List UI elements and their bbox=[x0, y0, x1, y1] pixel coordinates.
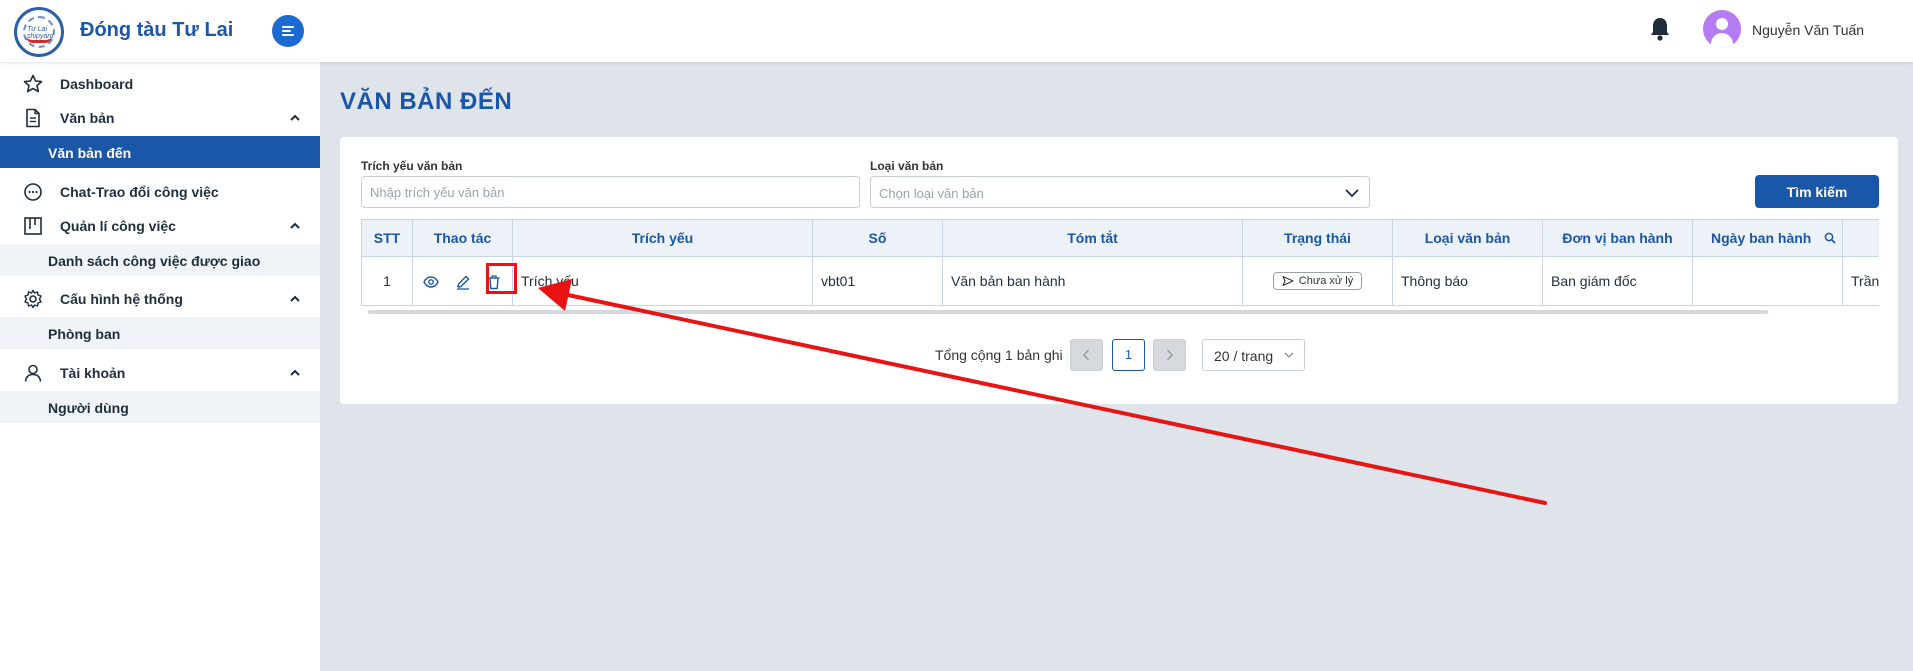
status-label: Chưa xử lý bbox=[1298, 275, 1354, 287]
sidebar-subitem-label: Người dùng bbox=[48, 400, 129, 416]
sidebar-item-cau-hinh[interactable]: Cấu hình hệ thống bbox=[0, 282, 320, 316]
sidebar-subitem-van-ban-den[interactable]: Văn bản đến bbox=[0, 136, 320, 168]
search-button[interactable]: Tìm kiếm bbox=[1755, 175, 1879, 208]
cell-status: Chưa xử lý bbox=[1242, 256, 1393, 306]
col-header-extra bbox=[1842, 219, 1879, 257]
col-header-actions: Thao tác bbox=[412, 219, 513, 257]
cell-stt: 1 bbox=[361, 256, 413, 306]
sidebar-item-chat[interactable]: Chat-Trao đổi công việc bbox=[0, 175, 320, 209]
cell-number: vbt01 bbox=[812, 256, 943, 306]
menu-toggle-button[interactable] bbox=[272, 15, 304, 47]
username[interactable]: Nguyễn Văn Tuấn bbox=[1752, 22, 1864, 38]
table-header-row: STT Thao tác Trích yếu Số Tóm tắt Trạng … bbox=[361, 219, 1879, 257]
cell-issuer: Ban giám đốc bbox=[1542, 256, 1693, 306]
top-bar: Tư Lai shipyard Đóng tàu Tư Lai Nguyễn V… bbox=[0, 0, 1913, 62]
send-icon bbox=[1282, 275, 1294, 287]
chevron-up-icon[interactable] bbox=[290, 221, 300, 231]
sidebar-subitem-danh-sach-cong-viec[interactable]: Danh sách công việc được giao bbox=[0, 244, 320, 276]
sidebar-item-label: Quản lí công việc bbox=[60, 218, 176, 234]
board-icon bbox=[24, 217, 42, 235]
cell-abstract: Văn bản ban hành bbox=[942, 256, 1243, 306]
chevron-up-icon[interactable] bbox=[290, 368, 300, 378]
eye-icon[interactable] bbox=[422, 274, 439, 290]
col-header-summary[interactable]: Trích yếu bbox=[512, 219, 813, 257]
sidebar-item-label: Cấu hình hệ thống bbox=[60, 291, 183, 307]
chevron-up-icon[interactable] bbox=[290, 294, 300, 304]
prev-page-button[interactable] bbox=[1070, 339, 1103, 371]
chat-icon bbox=[24, 183, 42, 201]
sidebar-subitem-label: Phòng ban bbox=[48, 326, 121, 342]
col-header-number[interactable]: Số bbox=[812, 219, 943, 257]
chevron-down-icon bbox=[1345, 189, 1359, 198]
sidebar-subitem-phong-ban[interactable]: Phòng ban bbox=[0, 317, 320, 349]
col-header-issue-date-label: Ngày ban hành bbox=[1711, 230, 1812, 246]
gear-icon bbox=[24, 289, 42, 309]
page-title: VĂN BẢN ĐẾN bbox=[340, 88, 513, 115]
chevron-down-icon bbox=[1284, 352, 1294, 358]
search-icon[interactable] bbox=[1824, 232, 1836, 244]
sidebar-item-tai-khoan[interactable]: Tài khoản bbox=[0, 356, 320, 390]
page-size-select[interactable]: 20 / trang bbox=[1202, 339, 1305, 371]
sidebar-subitem-label: Văn bản đến bbox=[48, 145, 132, 161]
star-icon bbox=[23, 74, 43, 93]
chevron-left-icon bbox=[1083, 349, 1089, 361]
cell-summary: Trích yếu bbox=[512, 256, 813, 306]
table-row: 1 Trích yếu vbt01 Văn bản ban hành Chưa … bbox=[361, 256, 1879, 306]
user-icon bbox=[24, 364, 42, 382]
sidebar-item-van-ban[interactable]: Văn bản bbox=[0, 101, 320, 135]
document-type-select[interactable]: Chọn loại văn bản bbox=[870, 176, 1370, 208]
brand-name[interactable]: Đóng tàu Tư Lai bbox=[80, 19, 233, 42]
col-header-stt: STT bbox=[361, 219, 413, 257]
col-header-status[interactable]: Trạng thái bbox=[1242, 219, 1393, 257]
sidebar-item-quan-li-cong-viec[interactable]: Quản lí công việc bbox=[0, 209, 320, 243]
company-logo[interactable]: Tư Lai shipyard bbox=[14, 7, 64, 57]
sidebar-item-dashboard[interactable]: Dashboard bbox=[0, 67, 320, 101]
horizontal-scrollbar[interactable] bbox=[368, 310, 1768, 314]
col-header-issue-date[interactable]: Ngày ban hành bbox=[1692, 219, 1843, 257]
sidebar: Dashboard Văn bản Văn bản đến Chat-Trao … bbox=[0, 62, 320, 671]
cell-type: Thông báo bbox=[1392, 256, 1543, 306]
summary-filter-label: Trích yếu văn bản bbox=[361, 159, 463, 173]
status-button[interactable]: Chưa xử lý bbox=[1272, 272, 1363, 290]
sidebar-item-label: Tài khoản bbox=[60, 365, 126, 381]
documents-table: STT Thao tác Trích yếu Số Tóm tắt Trạng … bbox=[361, 219, 1879, 320]
chevron-up-icon[interactable] bbox=[290, 113, 300, 123]
avatar[interactable] bbox=[1703, 10, 1741, 48]
sidebar-item-label: Dashboard bbox=[60, 76, 134, 92]
page-size-value: 20 / trang bbox=[1214, 348, 1274, 364]
cell-issue-date bbox=[1692, 256, 1843, 306]
col-header-abstract[interactable]: Tóm tắt bbox=[942, 219, 1243, 257]
page-1-button[interactable]: 1 bbox=[1112, 339, 1145, 371]
document-icon bbox=[26, 108, 40, 128]
col-header-type[interactable]: Loại văn bản bbox=[1392, 219, 1543, 257]
sidebar-subitem-label: Danh sách công việc được giao bbox=[48, 253, 261, 269]
next-page-button[interactable] bbox=[1153, 339, 1186, 371]
type-filter-label: Loại văn bản bbox=[870, 159, 944, 173]
edit-icon[interactable] bbox=[455, 274, 471, 290]
annotation-highlight-box bbox=[486, 263, 517, 294]
cell-extra: Trần bbox=[1842, 256, 1879, 306]
document-type-placeholder: Chọn loại văn bản bbox=[879, 186, 984, 201]
col-header-issuer[interactable]: Đơn vị ban hành bbox=[1542, 219, 1693, 257]
bell-icon[interactable] bbox=[1648, 16, 1672, 42]
pagination-total: Tổng cộng 1 bản ghi bbox=[935, 347, 1063, 363]
sidebar-subitem-nguoi-dung[interactable]: Người dùng bbox=[0, 391, 320, 423]
summary-search-input[interactable] bbox=[361, 176, 860, 208]
chevron-right-icon bbox=[1167, 349, 1173, 361]
sidebar-item-label: Văn bản bbox=[60, 110, 115, 126]
sidebar-item-label: Chat-Trao đổi công việc bbox=[60, 184, 219, 200]
